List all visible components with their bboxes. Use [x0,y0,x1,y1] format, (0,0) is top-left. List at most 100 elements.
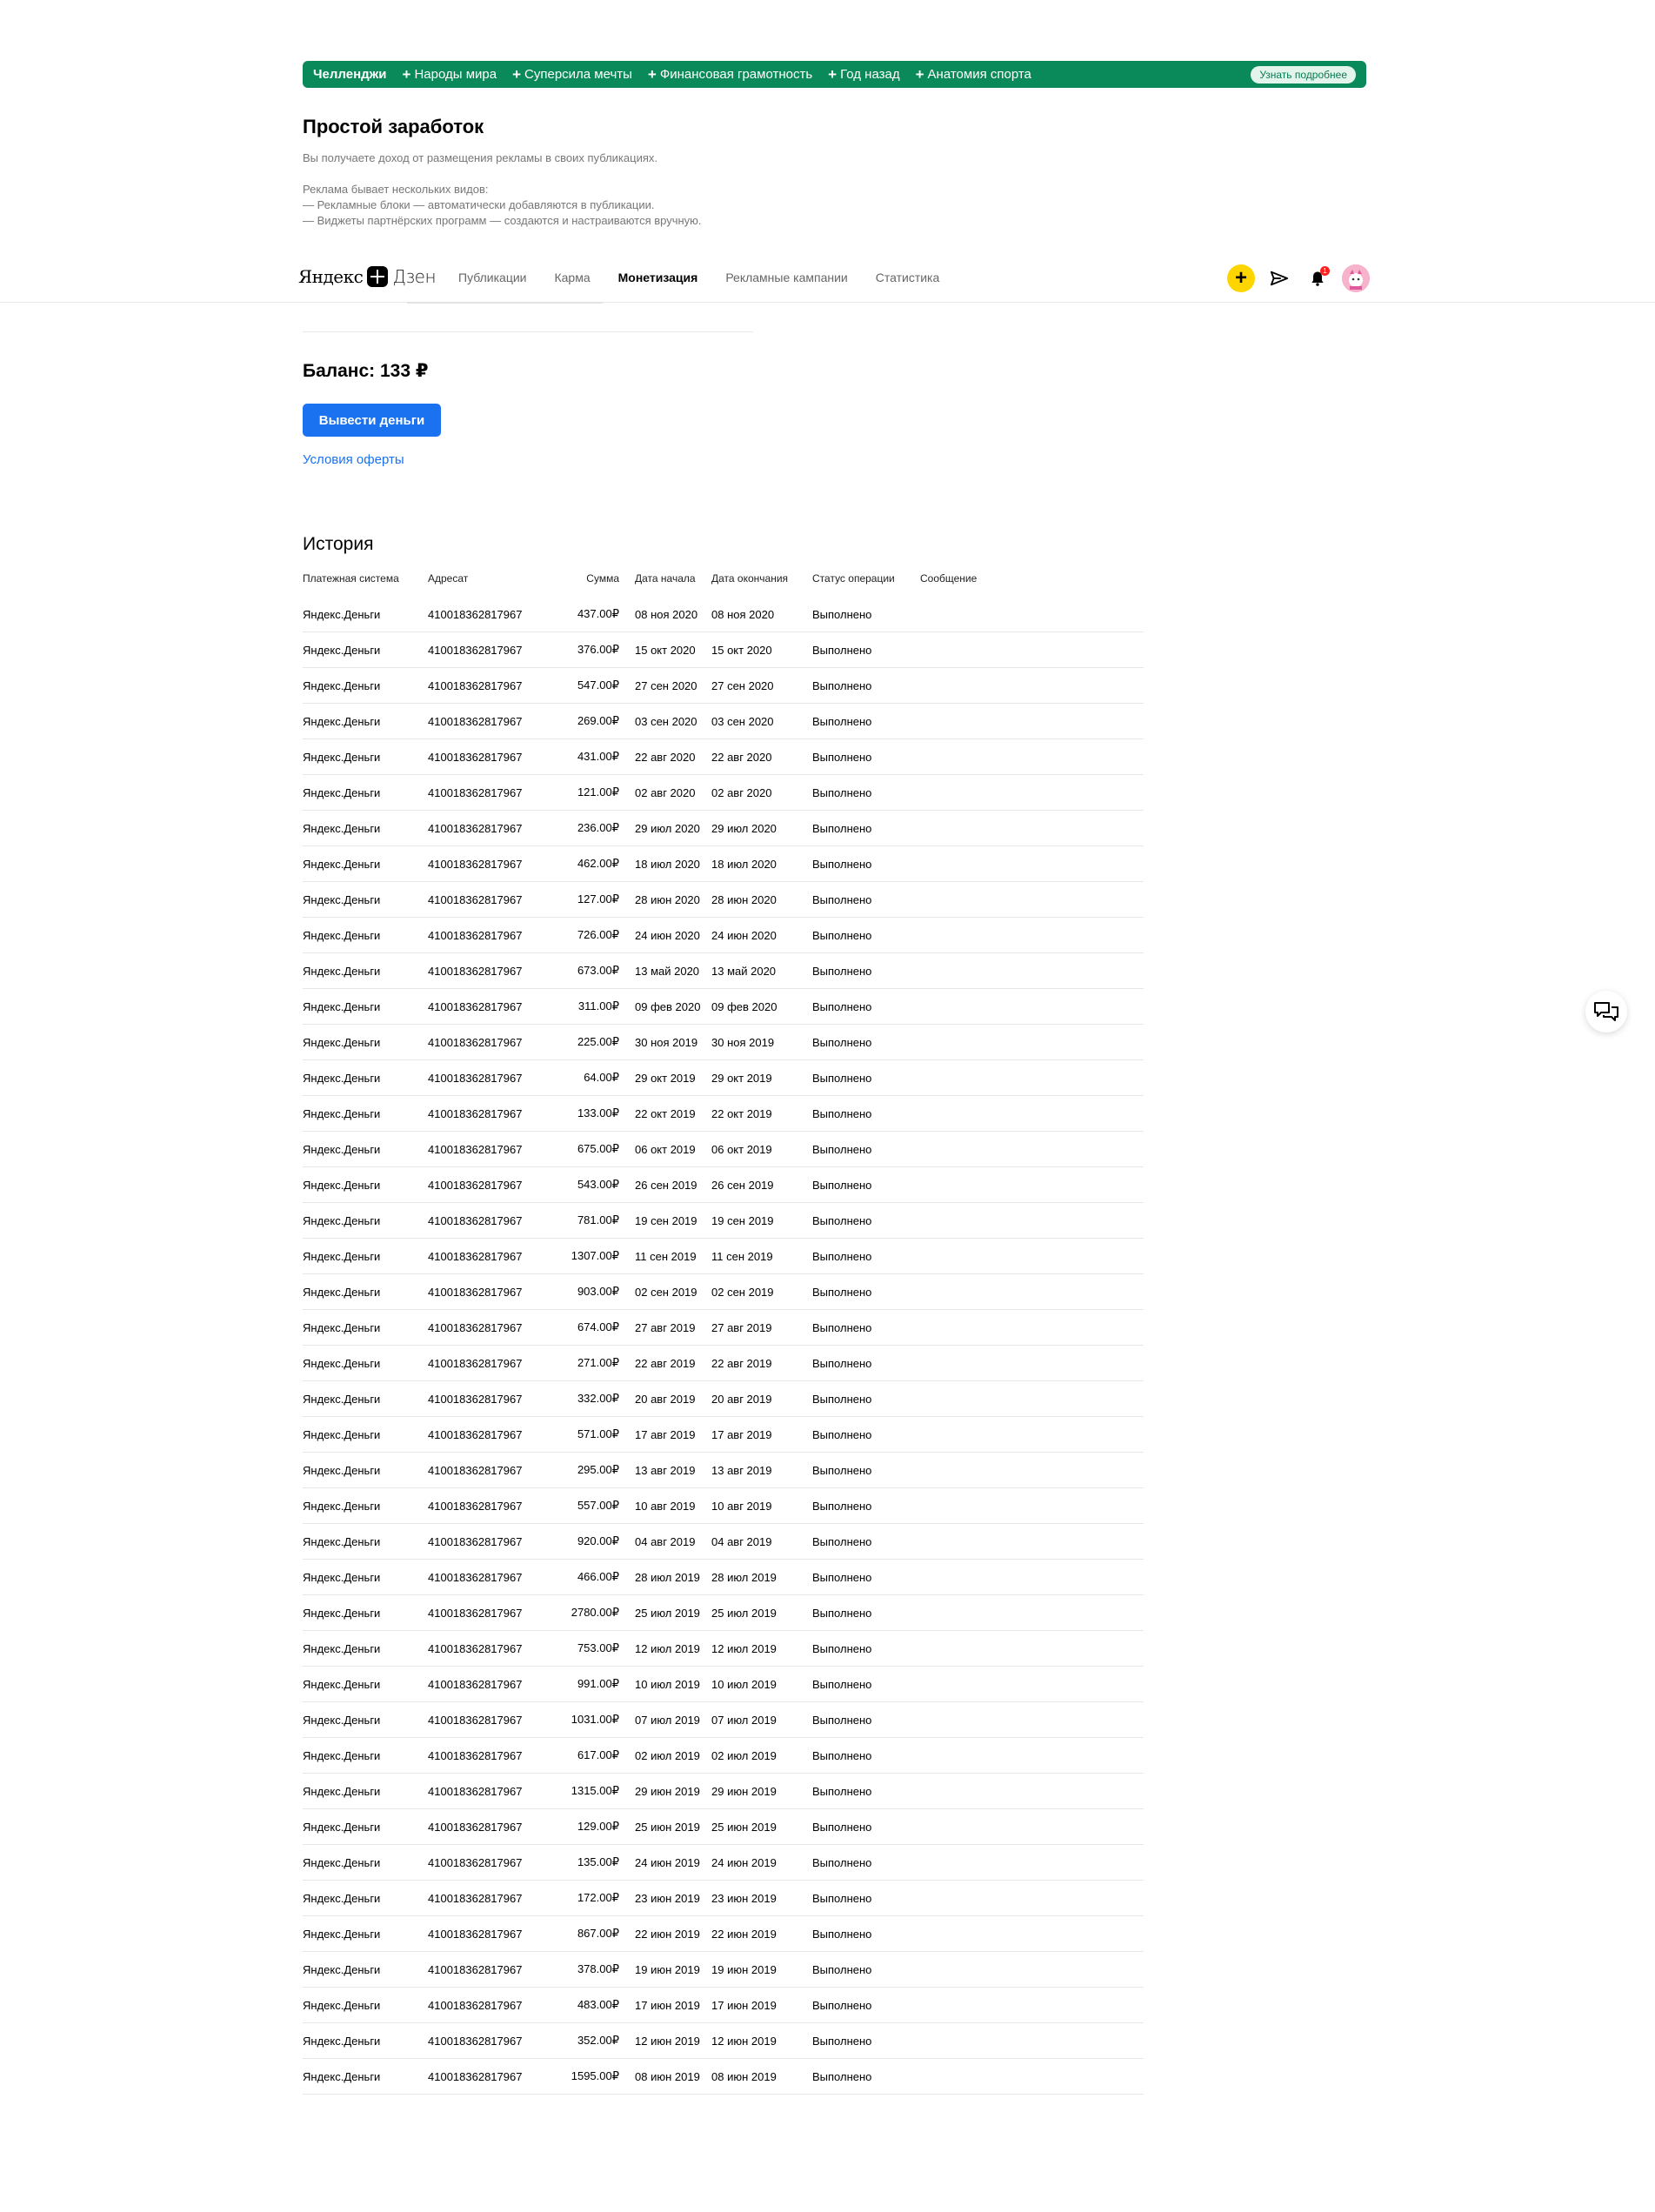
table-row: Яндекс.Деньги 410018362817967 466.00₽ 28 ию… [303,1560,1144,1595]
amount-cell: 781.00₽ [577,1213,619,1226]
table-row: Яндекс.Деньги 410018362817967 225.00₽ 30 но… [303,1025,1144,1060]
end-date-cell: 11 сен 2019 [711,1249,773,1263]
banner-chip[interactable]: + Суперсила мечты [512,67,632,82]
status-cell: Выполнено [812,714,872,728]
banner-title[interactable]: Челленджи [313,67,387,82]
start-date-cell: 23 июн 2019 [635,1891,700,1905]
status-cell: Выполнено [812,1035,872,1049]
start-date-cell: 04 авг 2019 [635,1534,696,1548]
intro-text: — Рекламные блоки — автоматически добавл… [303,198,655,211]
banner-chip[interactable]: + Анатомия спорта [916,67,1031,82]
status-cell: Выполнено [812,1962,872,1976]
table-body: Яндекс.Деньги 410018362817967 437.00₽ 08 но… [303,597,1144,2095]
status-cell: Выполнено [812,1392,872,1406]
payment-system-cell: Яндекс.Деньги [303,1320,381,1334]
messages-button[interactable] [1265,264,1293,292]
status-cell: Выполнено [812,892,872,906]
start-date-cell: 07 июл 2019 [635,1713,700,1727]
notifications-button[interactable]: 1 [1304,264,1331,292]
payment-system-cell: Яндекс.Деньги [303,1927,381,1941]
recipient-cell: 410018362817967 [428,1392,523,1406]
create-publication-button[interactable]: + [1227,264,1255,292]
recipient-cell: 410018362817967 [428,999,523,1013]
amount-cell: 617.00₽ [577,1748,619,1761]
end-date-cell: 25 июл 2019 [711,1606,777,1620]
column-header: Сообщение [920,572,978,585]
amount-cell: 295.00₽ [577,1463,619,1476]
start-date-cell: 08 июн 2019 [635,2069,700,2083]
table-row: Яндекс.Деньги 410018362817967 617.00₽ 02 ию… [303,1738,1144,1774]
recipient-cell: 410018362817967 [428,1641,523,1655]
amount-cell: 867.00₽ [577,1927,619,1940]
payment-system-cell: Яндекс.Деньги [303,928,381,942]
payment-system-cell: Яндекс.Деньги [303,1285,381,1299]
table-row: Яндекс.Деньги 410018362817967 269.00₽ 03 се… [303,704,1144,739]
end-date-cell: 08 ноя 2020 [711,607,775,621]
payment-system-cell: Яндекс.Деньги [303,1677,381,1691]
plus-icon: + [1234,266,1247,290]
banner-chip[interactable]: + Народы мира [403,67,497,82]
learn-more-button[interactable]: Узнать подробнее [1251,65,1356,84]
history-title: История [303,534,374,554]
nav-links: Публикации Карма Монетизация Рекламные камп… [458,271,939,284]
intro-text: Реклама бывает нескольких видов: [303,183,489,196]
start-date-cell: 08 ноя 2020 [635,607,698,621]
table-row: Яндекс.Деньги 410018362817967 236.00₽ 29 ию… [303,811,1144,846]
support-chat-button[interactable] [1585,991,1627,1032]
table-row: Яндекс.Деньги 410018362817967 172.00₽ 23 ию… [303,1881,1144,1916]
nav-link[interactable]: Публикации [458,271,526,284]
end-date-cell: 20 авг 2019 [711,1392,772,1406]
start-date-cell: 18 июл 2020 [635,857,700,871]
yandex-zen-logo[interactable]: Яндекс Дзен [298,266,437,287]
start-date-cell: 09 фев 2020 [635,999,701,1013]
start-date-cell: 06 окт 2019 [635,1142,696,1156]
amount-cell: 557.00₽ [577,1499,619,1512]
amount-cell: 2780.00₽ [571,1606,619,1619]
start-date-cell: 12 июл 2019 [635,1641,700,1655]
end-date-cell: 25 июн 2019 [711,1820,777,1834]
status-cell: Выполнено [812,1891,872,1905]
end-date-cell: 13 май 2020 [711,964,777,978]
table-row: Яндекс.Деньги 410018362817967 431.00₽ 22 ав… [303,739,1144,775]
payment-system-cell: Яндекс.Деньги [303,999,381,1013]
nav-link[interactable]: Рекламные кампании [725,271,847,284]
amount-cell: 129.00₽ [577,1820,619,1833]
end-date-cell: 24 июн 2020 [711,928,777,942]
status-cell: Выполнено [812,1677,872,1691]
amount-cell: 903.00₽ [577,1285,619,1298]
end-date-cell: 09 фев 2020 [711,999,777,1013]
banner-chip[interactable]: + Год назад [828,67,899,82]
recipient-cell: 410018362817967 [428,1820,523,1834]
banner-chip[interactable]: + Финансовая грамотность [648,67,812,82]
amount-cell: 466.00₽ [577,1570,619,1583]
amount-cell: 674.00₽ [577,1320,619,1333]
nav-link[interactable]: Монетизация [618,271,698,284]
nav-link[interactable]: Статистика [876,271,940,284]
amount-cell: 135.00₽ [577,1855,619,1868]
amount-cell: 543.00₽ [577,1178,619,1191]
recipient-cell: 410018362817967 [428,1962,523,1976]
table-row: Яндекс.Деньги 410018362817967 127.00₽ 28 ию… [303,882,1144,918]
status-cell: Выполнено [812,1285,872,1299]
status-cell: Выполнено [812,750,872,764]
start-date-cell: 03 сен 2020 [635,714,697,728]
payment-system-cell: Яндекс.Деньги [303,1570,381,1584]
end-date-cell: 04 авг 2019 [711,1534,772,1548]
table-row: Яндекс.Деньги 410018362817967 674.00₽ 27 ав… [303,1310,1144,1346]
amount-cell: 376.00₽ [577,643,619,656]
recipient-cell: 410018362817967 [428,1213,523,1227]
recipient-cell: 410018362817967 [428,1784,523,1798]
column-header: Статус операции [812,572,895,585]
end-date-cell: 22 авг 2019 [711,1356,772,1370]
status-cell: Выполнено [812,1356,872,1370]
column-header: Сумма [586,572,619,585]
table-row: Яндекс.Деньги 410018362817967 483.00₽ 17 ию… [303,1988,1144,2023]
plus-icon: + [828,66,838,83]
end-date-cell: 24 июн 2019 [711,1855,777,1869]
withdraw-money-button[interactable]: Вывести деньги [303,404,441,437]
offer-terms-link[interactable]: Условия оферты [303,452,404,467]
table-row: Яндекс.Деньги 410018362817967 867.00₽ 22 ию… [303,1916,1144,1952]
column-header: Платежная система [303,572,399,585]
nav-link[interactable]: Карма [554,271,590,284]
avatar[interactable] [1342,264,1370,292]
